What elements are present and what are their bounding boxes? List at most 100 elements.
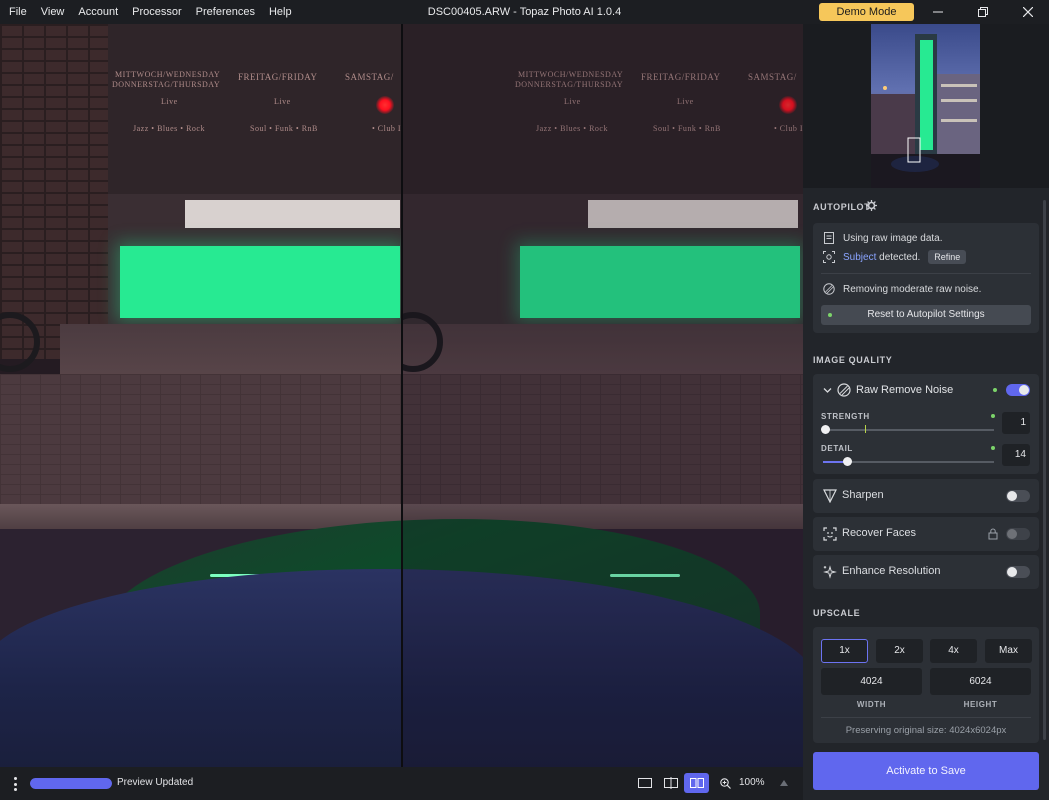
detail-slider-knob[interactable] — [843, 457, 852, 466]
height-input[interactable]: 6024 — [930, 668, 1031, 695]
restore-icon — [978, 7, 988, 17]
reset-autopilot-label: Reset to Autopilot Settings — [867, 309, 985, 320]
strength-value[interactable]: 1 — [1002, 412, 1030, 434]
sharpen-row[interactable]: Sharpen — [813, 479, 1039, 513]
toggle-knob — [1007, 491, 1017, 501]
face-icon — [823, 527, 837, 541]
recover-faces-toggle[interactable] — [1006, 528, 1030, 540]
subject-row: Subject detected. Refine — [823, 250, 967, 264]
noise-icon — [837, 383, 851, 397]
sign-text: SAMSTAG/ — [345, 72, 394, 82]
recover-faces-label: Recover Faces — [842, 527, 916, 539]
sign-text: Jazz • Blues • Rock — [133, 124, 205, 133]
toggle-knob — [1019, 385, 1029, 395]
title-bar: File View Account Processor Preferences … — [0, 0, 1049, 24]
minimize-button[interactable] — [915, 0, 961, 24]
menu-view[interactable]: View — [34, 0, 72, 24]
processed-preview[interactable]: MITTWOCH/WEDNESDAY DONNERSTAG/THURSDAY L… — [403, 24, 803, 767]
activate-to-save-button[interactable]: Activate to Save — [813, 752, 1039, 790]
lock-icon — [988, 528, 998, 540]
menu-bar: File View Account Processor Preferences … — [0, 0, 299, 24]
sharpen-toggle[interactable] — [1006, 490, 1030, 502]
subject-icon — [823, 251, 835, 263]
split-view-button[interactable] — [658, 773, 683, 793]
autopilot-divider — [821, 273, 1031, 274]
upscale-max-button[interactable]: Max — [985, 639, 1032, 663]
enhance-resolution-label: Enhance Resolution — [842, 565, 941, 577]
upscale-divider — [821, 717, 1031, 718]
zoom-level[interactable]: 100% — [739, 777, 765, 788]
sign-text: FREITAG/FRIDAY — [238, 72, 318, 82]
menu-preferences[interactable]: Preferences — [189, 0, 262, 24]
zoom-dropdown-icon[interactable] — [780, 780, 788, 786]
slider-default-mark — [865, 425, 866, 433]
image-viewer[interactable]: MITTWOCH/WEDNESDAY DONNERSTAG/THURSDAY L… — [0, 24, 803, 767]
sign-text: Soul • Funk • RnB — [250, 124, 318, 133]
width-label: WIDTH — [856, 700, 887, 709]
sharpen-label: Sharpen — [842, 489, 884, 501]
upscale-4x-button[interactable]: 4x — [930, 639, 977, 663]
upscale-2x-button[interactable]: 2x — [876, 639, 923, 663]
zoom-icon[interactable] — [720, 778, 731, 789]
strength-slider[interactable] — [823, 429, 994, 431]
photo-scene: MITTWOCH/WEDNESDAY DONNERSTAG/THURSDAY L… — [0, 24, 402, 767]
split-view-icon — [663, 777, 678, 789]
autopilot-dot — [991, 446, 995, 450]
preserve-size-note: Preserving original size: 4024x6024px — [845, 725, 1007, 736]
restore-button[interactable] — [960, 0, 1006, 24]
navigator-thumbnail[interactable] — [871, 24, 980, 188]
height-label: HEIGHT — [963, 700, 998, 709]
detail-label: DETAIL — [821, 444, 853, 453]
single-view-button[interactable] — [632, 773, 657, 793]
chevron-down-icon[interactable] — [823, 386, 832, 395]
raw-data-row: Using raw image data. — [823, 232, 943, 244]
enhance-resolution-row[interactable]: Enhance Resolution — [813, 555, 1039, 589]
raw-remove-noise-toggle[interactable] — [1006, 384, 1030, 396]
settings-panel: AUTOPILOT Using raw image data. Subject … — [803, 24, 1049, 800]
sign-text: Live — [161, 97, 178, 106]
panel-scrollbar[interactable] — [1043, 200, 1046, 740]
close-button[interactable] — [1005, 0, 1049, 24]
image-quality-title: IMAGE QUALITY — [813, 355, 893, 365]
refine-button[interactable]: Refine — [928, 250, 967, 264]
toggle-knob — [1007, 567, 1017, 577]
subject-link[interactable]: Subject — [843, 252, 876, 263]
side-by-side-view-button[interactable] — [684, 773, 709, 793]
minimize-icon — [933, 11, 943, 13]
noise-text: Removing moderate raw noise. — [843, 283, 982, 295]
autopilot-title: AUTOPILOT — [813, 202, 871, 212]
upscale-title: UPSCALE — [813, 608, 861, 618]
autopilot-dot — [991, 414, 995, 418]
width-input[interactable]: 4024 — [821, 668, 922, 695]
status-dot — [828, 313, 832, 317]
menu-processor[interactable]: Processor — [125, 0, 189, 24]
gear-icon[interactable] — [866, 200, 877, 211]
red-light — [376, 96, 394, 114]
progress-fill — [30, 778, 112, 789]
demo-mode-button[interactable]: Demo Mode — [819, 3, 914, 21]
more-options-icon[interactable] — [8, 775, 22, 793]
raw-remove-noise-card: Raw Remove Noise STRENGTH 1 DETAIL 14 — [813, 374, 1039, 474]
sign-wall — [108, 24, 402, 202]
compare-divider[interactable] — [401, 24, 403, 767]
original-preview[interactable]: MITTWOCH/WEDNESDAY DONNERSTAG/THURSDAY L… — [0, 24, 402, 767]
raw-remove-noise-label: Raw Remove Noise — [856, 384, 954, 396]
sign-text: • Club I — [372, 124, 402, 133]
navigator[interactable] — [803, 24, 1049, 188]
upscale-1x-button[interactable]: 1x — [821, 639, 868, 663]
strength-label: STRENGTH — [821, 412, 870, 421]
enhance-resolution-toggle[interactable] — [1006, 566, 1030, 578]
strength-slider-knob[interactable] — [821, 425, 830, 434]
recover-faces-row[interactable]: Recover Faces — [813, 517, 1039, 551]
preview-progress-bar — [30, 778, 112, 789]
reset-autopilot-button[interactable]: Reset to Autopilot Settings — [821, 305, 1031, 325]
photo-scene: MITTWOCH/WEDNESDAY DONNERSTAG/THURSDAY L… — [403, 24, 803, 767]
menu-account[interactable]: Account — [71, 0, 125, 24]
raw-data-text: Using raw image data. — [843, 232, 943, 244]
status-text: Preview Updated — [117, 777, 194, 788]
side-by-side-icon — [689, 778, 704, 788]
menu-help[interactable]: Help — [262, 0, 299, 24]
noise-row: Removing moderate raw noise. — [823, 283, 981, 295]
detail-value[interactable]: 14 — [1002, 444, 1030, 466]
menu-file[interactable]: File — [2, 0, 34, 24]
